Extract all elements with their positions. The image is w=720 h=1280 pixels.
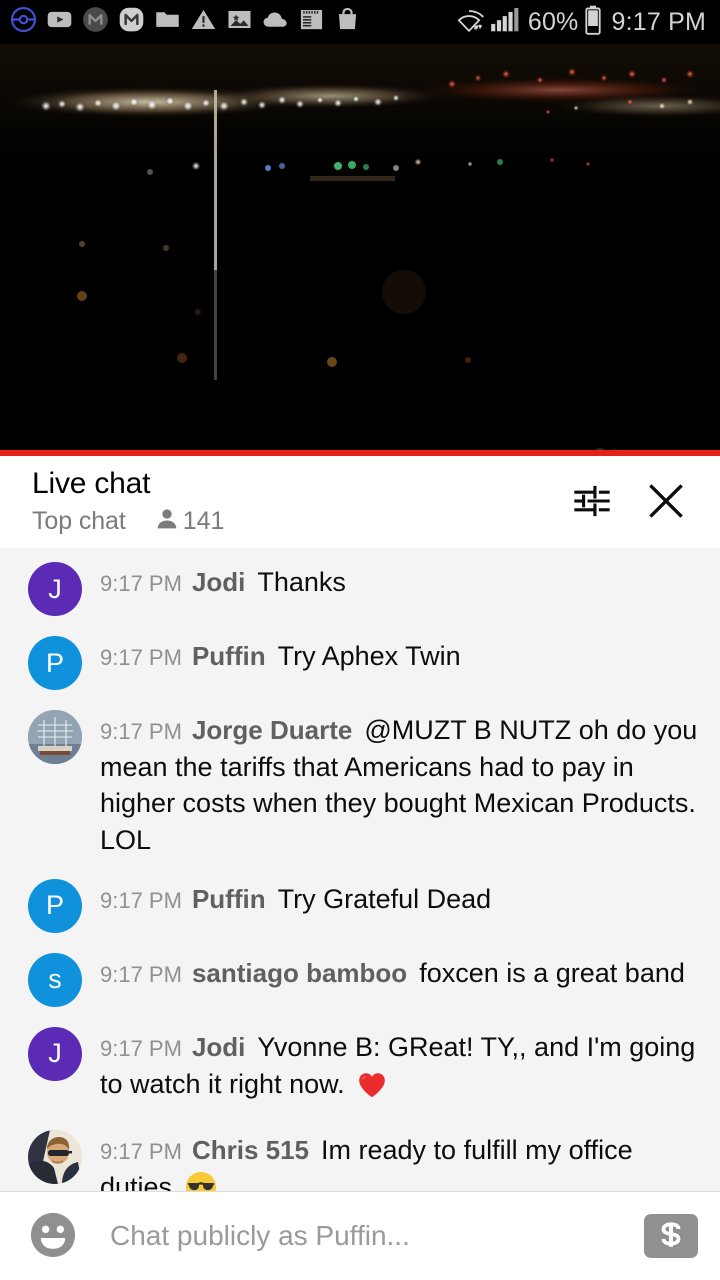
chat-message-list[interactable]: J 9:17 PM Jodi Thanks P 9:17 PM Puffin Try A… bbox=[0, 548, 720, 1191]
image-icon bbox=[226, 6, 253, 38]
status-bar-notification-icons bbox=[10, 6, 454, 38]
chat-message-body: 9:17 PM santiago bamboo foxcen is a great … bbox=[100, 953, 704, 992]
chat-message-body: 9:17 PM Jodi Yvonne B: GReat! TY,, and I'm… bbox=[100, 1027, 704, 1110]
avatar[interactable]: s bbox=[28, 952, 82, 1007]
status-bar-system-icons: 60% 9:17 PM bbox=[454, 5, 706, 40]
person-icon bbox=[154, 506, 180, 537]
wifi-icon bbox=[454, 6, 484, 39]
avatar-initial: P bbox=[45, 890, 64, 921]
battery-icon bbox=[584, 5, 602, 40]
video-progress-bar[interactable] bbox=[0, 450, 720, 456]
message-text: Try Grateful Dead bbox=[277, 883, 492, 914]
live-chat-header: Live chat Top chat 141 bbox=[0, 456, 720, 548]
chat-message[interactable]: 9:17 PM Chris 515 Im ready to fulfill my o… bbox=[0, 1120, 720, 1191]
chat-message[interactable]: s 9:17 PM santiago bamboo foxcen is a grea… bbox=[0, 943, 720, 1017]
avatar-photo-ship bbox=[28, 710, 82, 764]
close-chat-button[interactable] bbox=[634, 470, 698, 534]
chat-message-body: 9:17 PM Puffin Try Grateful Dead bbox=[100, 879, 704, 918]
chat-settings-button[interactable] bbox=[560, 470, 624, 534]
folder-icon bbox=[154, 6, 181, 38]
news-icon bbox=[298, 6, 325, 38]
warning-icon bbox=[190, 6, 217, 38]
chat-message[interactable]: 9:17 PM Jorge Duarte @MUZT B NUTZ oh do yo… bbox=[0, 700, 720, 869]
tune-settings-icon bbox=[570, 479, 614, 526]
avatar-initial: P bbox=[45, 647, 64, 678]
avatar[interactable]: J bbox=[28, 562, 82, 616]
chat-mode-label[interactable]: Top chat bbox=[32, 507, 126, 536]
cloud-icon bbox=[262, 6, 289, 38]
message-author[interactable]: Jorge Duarte bbox=[192, 715, 352, 745]
battery-percent-label: 60% bbox=[527, 7, 579, 36]
avatar[interactable]: J bbox=[28, 1026, 82, 1081]
message-text: @MUZT B NUTZ oh do you mean the tariffs … bbox=[100, 715, 698, 856]
message-author[interactable]: santiago bamboo bbox=[192, 958, 407, 988]
message-text: Try Aphex Twin bbox=[277, 641, 461, 671]
message-timestamp: 9:17 PM bbox=[100, 1139, 182, 1165]
chat-message[interactable]: J 9:17 PM Jodi Thanks bbox=[0, 552, 720, 626]
avatar-initial: s bbox=[48, 964, 62, 995]
chat-message-body: 9:17 PM Puffin Try Aphex Twin bbox=[100, 636, 704, 675]
message-timestamp: 9:17 PM bbox=[100, 1035, 182, 1061]
viewer-count-label: 141 bbox=[182, 506, 225, 535]
sunglasses-face-emoji bbox=[184, 1170, 218, 1191]
live-chat-header-text-group: Live chat Top chat 141 bbox=[32, 467, 560, 537]
message-timestamp: 9:17 PM bbox=[100, 571, 182, 596]
avatar[interactable]: P bbox=[28, 636, 82, 690]
youtube-live-chat-screen: 60% 9:17 PM Live chat Top chat 141 J 9:1… bbox=[0, 0, 720, 1280]
chat-message[interactable]: J 9:17 PM Jodi Yvonne B: GReat! TY,, and I… bbox=[0, 1017, 720, 1120]
message-text: Yvonne B: GReat! TY,, and I'm going to w… bbox=[100, 1031, 696, 1099]
pokemon-go-icon bbox=[10, 6, 37, 38]
avatar-initial: J bbox=[48, 573, 62, 604]
super-chat-button[interactable] bbox=[644, 1214, 698, 1258]
dollar-sign-icon bbox=[656, 1220, 686, 1253]
message-timestamp: 9:17 PM bbox=[100, 887, 182, 913]
page-title: Live chat bbox=[32, 467, 151, 501]
message-author[interactable]: Puffin bbox=[192, 884, 266, 914]
message-author[interactable]: Jodi bbox=[192, 1032, 245, 1062]
avatar[interactable]: P bbox=[28, 878, 82, 933]
mail-dark-icon bbox=[82, 6, 109, 38]
chat-message-body: 9:17 PM Jorge Duarte @MUZT B NUTZ oh do yo… bbox=[100, 710, 704, 859]
chat-message[interactable]: P 9:17 PM Puffin Try Aphex Twin bbox=[0, 626, 720, 700]
message-timestamp: 9:17 PM bbox=[100, 645, 182, 670]
video-frame bbox=[0, 44, 720, 456]
message-text: Thanks bbox=[257, 567, 346, 597]
status-bar-clock: 9:17 PM bbox=[611, 7, 706, 36]
message-author[interactable]: Chris 515 bbox=[192, 1135, 309, 1165]
chat-input-bar bbox=[0, 1192, 720, 1280]
message-author[interactable]: Puffin bbox=[192, 641, 266, 671]
message-text: foxcen is a great band bbox=[419, 957, 685, 988]
avatar[interactable] bbox=[28, 1130, 82, 1185]
chat-subheader: Top chat 141 bbox=[32, 506, 560, 537]
chat-message-body: 9:17 PM Chris 515 Im ready to fulfill my o… bbox=[100, 1130, 704, 1191]
youtube-icon bbox=[46, 6, 73, 38]
chat-message-body: 9:17 PM Jodi Thanks bbox=[100, 562, 704, 601]
message-timestamp: 9:17 PM bbox=[100, 961, 182, 987]
viewer-count-group: 141 bbox=[154, 506, 225, 537]
chat-message[interactable]: P 9:17 PM Puffin Try Grateful Dead bbox=[0, 869, 720, 943]
close-icon bbox=[642, 477, 690, 528]
emoji-face-icon bbox=[27, 1209, 79, 1264]
chat-input[interactable] bbox=[110, 1220, 634, 1252]
message-author[interactable]: Jodi bbox=[192, 567, 245, 597]
emoji-picker-button[interactable] bbox=[26, 1209, 80, 1263]
live-video-player[interactable] bbox=[0, 44, 720, 456]
mail-light-icon bbox=[118, 6, 145, 38]
message-timestamp: 9:17 PM bbox=[100, 719, 182, 744]
cellular-signal-icon bbox=[490, 7, 520, 38]
avatar-photo-person bbox=[28, 1130, 82, 1185]
avatar[interactable] bbox=[28, 710, 82, 764]
avatar-initial: J bbox=[48, 1038, 62, 1069]
status-bar: 60% 9:17 PM bbox=[0, 0, 720, 44]
red-heart-emoji bbox=[356, 1069, 388, 1111]
shopping-bag-icon bbox=[334, 6, 361, 38]
